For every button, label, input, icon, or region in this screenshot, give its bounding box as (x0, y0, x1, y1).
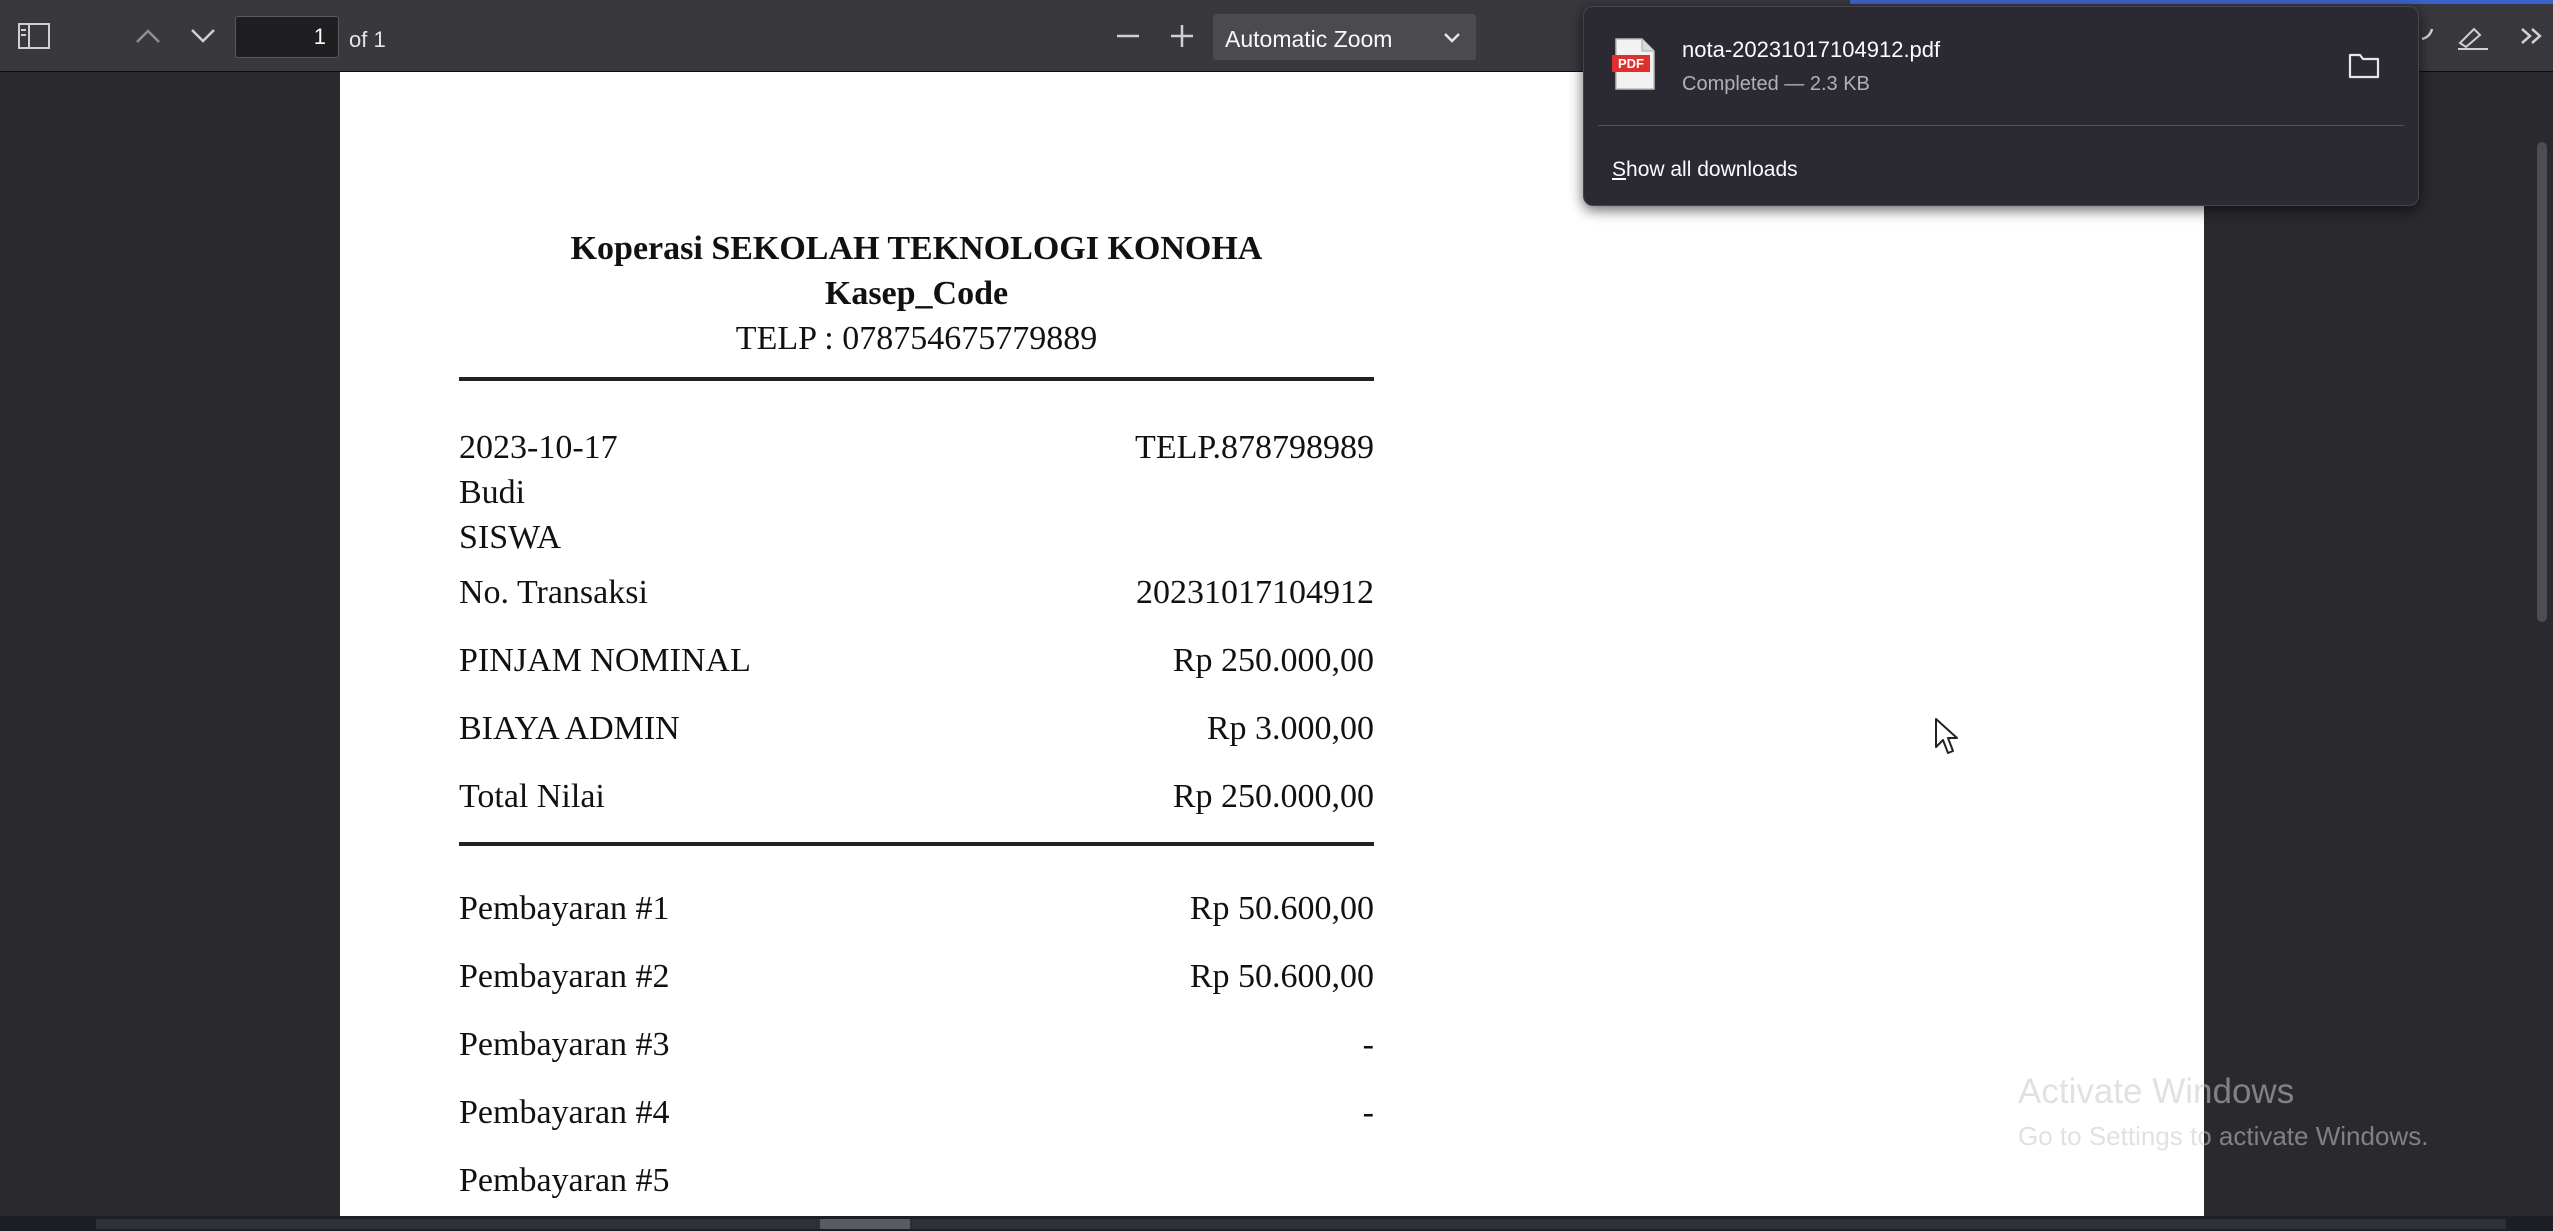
summary-row: Total Nilai Rp 250.000,00 (459, 774, 1374, 842)
row-label: No. Transaksi (459, 574, 648, 611)
show-all-label: how all downloads (1626, 158, 1798, 181)
payment-row: Pembayaran #4 - (459, 1090, 1374, 1158)
member-info: 2023-10-17 Budi SISWA TELP.878798989 (459, 425, 1374, 560)
scrollbar-thumb[interactable] (820, 1219, 910, 1229)
pdf-page: Koperasi SEKOLAH TEKNOLOGI KONOHA Kasep_… (340, 72, 2204, 1231)
row-value: Rp 50.600,00 (1189, 958, 1374, 995)
next-page-icon[interactable] (181, 14, 225, 58)
toolbar-accent-bar (1850, 0, 2553, 4)
chevron-down-icon (1442, 27, 1462, 52)
page-number-input[interactable] (235, 16, 339, 58)
download-status: Completed — 2.3 KB (1682, 73, 1870, 95)
summary-section: No. Transaksi 20231017104912 PINJAM NOMI… (459, 570, 1374, 842)
activation-watermark-title: Activate Windows (2018, 1072, 2295, 1111)
payments-section: Pembayaran #1 Rp 50.600,00 Pembayaran #2… (459, 886, 1374, 1226)
receipt-phone-line: TELP : 078754675779889 (735, 320, 1098, 357)
row-label: PINJAM NOMINAL (459, 642, 751, 679)
payment-row: Pembayaran #1 Rp 50.600,00 (459, 886, 1374, 954)
row-label: Pembayaran #4 (459, 1094, 670, 1131)
zoom-select-value: Automatic Zoom (1225, 26, 1393, 52)
scrollbar-thumb[interactable] (2537, 142, 2547, 622)
receipt: Koperasi SEKOLAH TEKNOLOGI KONOHA Kasep_… (459, 226, 1374, 1226)
open-folder-icon[interactable] (2348, 51, 2380, 84)
horizontal-scrollbar[interactable] (0, 1216, 2553, 1231)
pdf-file-icon: PDF (1612, 37, 1656, 96)
summary-row: BIAYA ADMIN Rp 3.000,00 (459, 706, 1374, 774)
access-key: S (1612, 158, 1627, 181)
summary-row: PINJAM NOMINAL Rp 250.000,00 (459, 638, 1374, 706)
previous-page-icon[interactable] (126, 14, 170, 58)
downloads-panel: PDF nota-20231017104912.pdf Completed — … (1583, 6, 2419, 206)
draw-icon[interactable] (2456, 0, 2490, 72)
row-label: BIAYA ADMIN (459, 710, 680, 747)
row-value: 20231017104912 (1136, 574, 1374, 611)
transaction-row: No. Transaksi 20231017104912 (459, 570, 1374, 638)
zoom-in-icon[interactable] (1160, 14, 1204, 58)
zoom-out-icon[interactable] (1106, 14, 1150, 58)
svg-text:PDF: PDF (1618, 56, 1644, 71)
row-label: Pembayaran #2 (459, 958, 670, 995)
row-label: Total Nilai (459, 778, 605, 815)
row-value: - (1362, 1094, 1374, 1131)
show-all-downloads-button[interactable]: Show all downloads (1612, 158, 1798, 182)
member-name: Budi (459, 474, 526, 511)
mouse-cursor-icon (1934, 717, 1960, 762)
member-phone: TELP.878798989 (1135, 429, 1374, 466)
member-role: SISWA (459, 519, 562, 556)
more-tools-icon[interactable] (2518, 0, 2550, 72)
scrollbar-track (96, 1219, 2506, 1229)
download-item[interactable]: PDF nota-20231017104912.pdf Completed — … (1584, 7, 2418, 125)
row-label: Pembayaran #5 (459, 1162, 670, 1199)
divider (459, 377, 1374, 381)
row-value: - (1362, 1026, 1374, 1063)
divider (1598, 125, 2404, 126)
row-label: Pembayaran #1 (459, 890, 670, 927)
row-value: Rp 3.000,00 (1206, 710, 1374, 747)
vertical-scrollbar[interactable] (2533, 72, 2553, 1231)
receipt-subtitle: Kasep_Code (824, 275, 1009, 312)
activation-watermark-subtitle: Go to Settings to activate Windows. (2018, 1121, 2429, 1151)
payment-row: Pembayaran #2 Rp 50.600,00 (459, 954, 1374, 1022)
divider (459, 842, 1374, 846)
payment-row: Pembayaran #3 - (459, 1022, 1374, 1090)
row-value: Rp 250.000,00 (1172, 778, 1374, 815)
download-file-name: nota-20231017104912.pdf (1682, 37, 1941, 62)
zoom-select[interactable]: Automatic Zoom (1213, 14, 1476, 60)
sidebar-toggle-icon[interactable] (12, 14, 56, 58)
page-count-label: of 1 (349, 27, 386, 52)
row-label: Pembayaran #3 (459, 1026, 670, 1063)
receipt-org-name: Koperasi SEKOLAH TEKNOLOGI KONOHA (570, 230, 1263, 267)
row-value: Rp 50.600,00 (1189, 890, 1374, 927)
row-value: Rp 250.000,00 (1172, 642, 1374, 679)
find-icon[interactable] (2420, 0, 2436, 72)
